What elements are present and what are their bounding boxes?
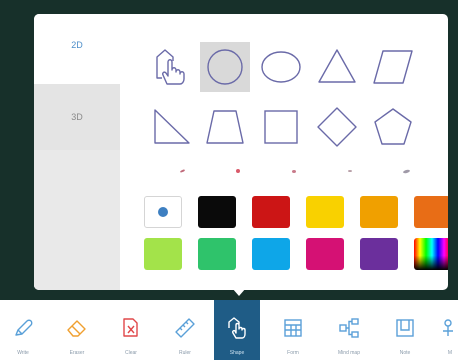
square-icon[interactable]: [256, 102, 306, 152]
line-width-medium[interactable]: [274, 160, 314, 182]
tool-shape-label: Shape: [229, 350, 245, 356]
tool-ruler-label: Ruler: [179, 350, 191, 356]
dimension-tabs: 2D 3D: [34, 14, 120, 290]
tool-ruler[interactable]: Ruler: [162, 300, 208, 360]
tool-eraser[interactable]: Eraser: [54, 300, 100, 360]
color-swatch-sky-blue[interactable]: [252, 238, 290, 270]
shape-icon: [228, 317, 246, 339]
tool-more-label: M: [447, 350, 453, 356]
color-swatch-orange[interactable]: [414, 196, 448, 228]
selected-color-dot: [158, 207, 168, 217]
circle-icon[interactable]: [200, 42, 250, 92]
tool-shape[interactable]: Shape: [214, 300, 260, 360]
color-swatch-magenta[interactable]: [306, 238, 344, 270]
tool-write-label: Write: [17, 350, 29, 356]
line-width-thick[interactable]: [330, 160, 370, 182]
table-icon: [284, 319, 302, 337]
tab-3d[interactable]: 3D: [34, 84, 120, 150]
color-swatch-purple[interactable]: [360, 238, 398, 270]
tool-eraser-label: Eraser: [69, 350, 85, 356]
ruler-icon: [175, 318, 195, 338]
tool-mind-map-label: Mind map: [338, 350, 360, 356]
triangle-icon[interactable]: [312, 42, 362, 92]
tool-note-label: Note: [399, 350, 411, 356]
pen-icon: [15, 319, 33, 336]
parallelogram-icon[interactable]: [368, 42, 418, 92]
color-picker-button[interactable]: [144, 196, 182, 228]
tool-note[interactable]: Note: [382, 300, 428, 360]
tool-mind-map[interactable]: Mind map: [326, 300, 372, 360]
color-swatch-lime[interactable]: [144, 238, 182, 270]
tool-form[interactable]: Form: [270, 300, 316, 360]
tab-2d[interactable]: 2D: [34, 14, 120, 84]
popup-pointer: [232, 288, 246, 296]
shape-panel: 2D 3D: [34, 14, 448, 290]
color-swatch-yellow[interactable]: [306, 196, 344, 228]
more-icon: [443, 319, 453, 336]
clear-icon: [123, 318, 138, 337]
tool-more[interactable]: M: [432, 300, 458, 360]
tool-clear-label: Clear: [125, 350, 137, 356]
ellipse-icon[interactable]: [256, 42, 306, 92]
color-swatch-black[interactable]: [198, 196, 236, 228]
tabs-filler: [34, 150, 120, 290]
eraser-icon: [67, 320, 86, 337]
tool-clear[interactable]: Clear: [108, 300, 154, 360]
line-width-extra-thin[interactable]: [162, 160, 202, 182]
color-swatch-red[interactable]: [252, 196, 290, 228]
bottom-toolbar: Write Eraser Clear Ruler Shape Form Mind…: [0, 300, 458, 360]
pentagon-icon[interactable]: [368, 102, 418, 152]
mind-map-icon: [339, 318, 359, 338]
color-swatch-spectrum[interactable]: [414, 238, 448, 270]
tool-form-label: Form: [287, 350, 299, 356]
color-swatch-amber[interactable]: [360, 196, 398, 228]
right-triangle-icon[interactable]: [146, 102, 196, 152]
line-width-thin[interactable]: [218, 160, 258, 182]
note-icon: [396, 319, 414, 337]
line-width-extra-thick[interactable]: [386, 160, 426, 182]
tool-write[interactable]: Write: [0, 300, 46, 360]
color-swatch-green[interactable]: [198, 238, 236, 270]
diamond-icon[interactable]: [312, 102, 362, 152]
hand-shape-icon[interactable]: [146, 42, 196, 92]
trapezoid-icon[interactable]: [200, 102, 250, 152]
